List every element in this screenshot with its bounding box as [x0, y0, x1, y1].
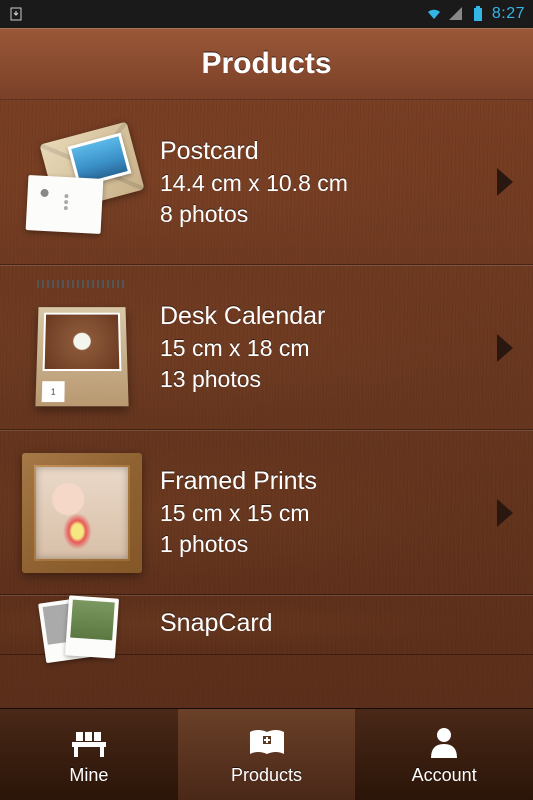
product-photo-count: 13 photos: [160, 366, 497, 393]
product-list[interactable]: Postcard 14.4 cm x 10.8 cm 8 photos 1 De…: [0, 100, 533, 708]
product-title: Postcard: [160, 137, 497, 166]
product-dimensions: 15 cm x 15 cm: [160, 500, 497, 527]
chevron-right-icon: [497, 168, 513, 196]
android-status-bar: 8:27: [0, 0, 533, 28]
cell-signal-icon: [448, 6, 464, 22]
clock: 8:27: [492, 5, 525, 23]
page-title: Products: [201, 47, 331, 81]
tab-label: Products: [231, 765, 302, 786]
product-row-snapcard[interactable]: SnapCard: [0, 595, 533, 655]
product-dimensions: 15 cm x 18 cm: [160, 335, 497, 362]
wifi-icon: [426, 6, 442, 22]
product-info: Postcard 14.4 cm x 10.8 cm 8 photos: [152, 137, 497, 228]
shelf-icon: [68, 723, 110, 761]
product-title: SnapCard: [160, 609, 521, 638]
chevron-right-icon: [497, 499, 513, 527]
product-title: Desk Calendar: [160, 302, 497, 331]
download-icon: [8, 6, 24, 22]
catalog-icon: [246, 723, 288, 761]
battery-icon: [470, 6, 486, 22]
product-row-framed-prints[interactable]: Framed Prints 15 cm x 15 cm 1 photos: [0, 430, 533, 595]
product-photo-count: 1 photos: [160, 531, 497, 558]
tab-mine[interactable]: Mine: [0, 709, 178, 800]
product-title: Framed Prints: [160, 467, 497, 496]
chevron-right-icon: [497, 334, 513, 362]
product-info: SnapCard: [152, 609, 521, 642]
tab-account[interactable]: Account: [355, 709, 533, 800]
tab-label: Mine: [69, 765, 108, 786]
framed-prints-thumbnail: [12, 443, 152, 583]
product-row-desk-calendar[interactable]: 1 Desk Calendar 15 cm x 18 cm 13 photos: [0, 265, 533, 430]
header: Products: [0, 28, 533, 100]
desk-calendar-thumbnail: 1: [12, 278, 152, 418]
product-photo-count: 8 photos: [160, 201, 497, 228]
person-icon: [423, 723, 465, 761]
tab-label: Account: [412, 765, 477, 786]
product-row-postcard[interactable]: Postcard 14.4 cm x 10.8 cm 8 photos: [0, 100, 533, 265]
snapcard-thumbnail: [12, 600, 152, 650]
product-info: Desk Calendar 15 cm x 18 cm 13 photos: [152, 302, 497, 393]
postcard-thumbnail: [12, 112, 152, 252]
tab-bar: Mine Products Account: [0, 708, 533, 800]
product-dimensions: 14.4 cm x 10.8 cm: [160, 170, 497, 197]
product-info: Framed Prints 15 cm x 15 cm 1 photos: [152, 467, 497, 558]
tab-products[interactable]: Products: [178, 709, 356, 800]
app-body: Products Postcard 14.4 cm x 10.8 cm 8 ph…: [0, 28, 533, 800]
